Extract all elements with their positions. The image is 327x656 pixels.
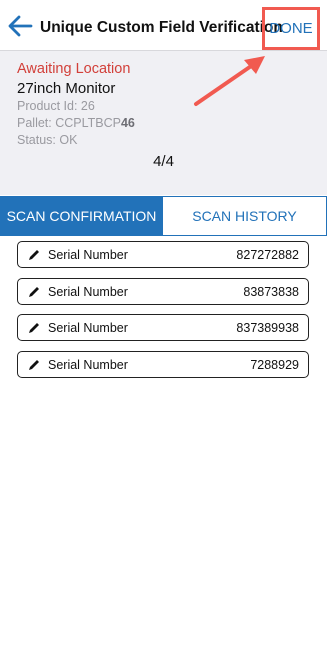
serial-number-row[interactable]: Serial Number 837389938: [17, 314, 309, 341]
pencil-icon: [25, 356, 43, 374]
pallet-label: Pallet: CCPLTBCP46: [17, 116, 135, 130]
serial-number-row[interactable]: Serial Number 827272882: [17, 241, 309, 268]
pencil-icon: [25, 319, 43, 337]
serial-number-label: Serial Number: [48, 357, 128, 372]
tab-scan-history[interactable]: SCAN HISTORY: [163, 196, 327, 236]
item-info-panel: Awaiting Location 27inch Monitor Product…: [0, 51, 327, 195]
header-bar: Unique Custom Field Verification DONE: [0, 0, 327, 51]
product-name: 27inch Monitor: [17, 80, 116, 97]
serial-number-value: 7288929: [250, 357, 299, 372]
serial-number-value: 83873838: [243, 284, 299, 299]
status-text: Status: OK: [17, 133, 78, 147]
location-status-title: Awaiting Location: [17, 61, 131, 77]
serial-number-label: Serial Number: [48, 247, 128, 262]
pallet-prefix: Pallet: CCPLTBCP: [17, 116, 121, 130]
pencil-icon: [25, 283, 43, 301]
serial-number-label: Serial Number: [48, 284, 128, 299]
serial-number-value: 837389938: [236, 320, 299, 335]
scan-count: 4/4: [153, 153, 174, 170]
product-id: Product Id: 26: [17, 99, 95, 113]
arrow-left-icon: [8, 15, 33, 37]
serial-number-row[interactable]: Serial Number 7288929: [17, 351, 309, 378]
serial-number-row[interactable]: Serial Number 83873838: [17, 278, 309, 305]
pencil-icon: [25, 246, 43, 264]
page-title: Unique Custom Field Verification: [40, 19, 283, 36]
pallet-suffix: 46: [120, 116, 135, 130]
tab-bar: SCAN CONFIRMATION SCAN HISTORY: [0, 196, 327, 236]
done-button[interactable]: DONE: [262, 7, 320, 50]
tab-scan-confirmation[interactable]: SCAN CONFIRMATION: [0, 196, 163, 236]
serial-number-label: Serial Number: [48, 320, 128, 335]
serial-number-value: 827272882: [236, 247, 299, 262]
back-button[interactable]: [4, 12, 36, 40]
